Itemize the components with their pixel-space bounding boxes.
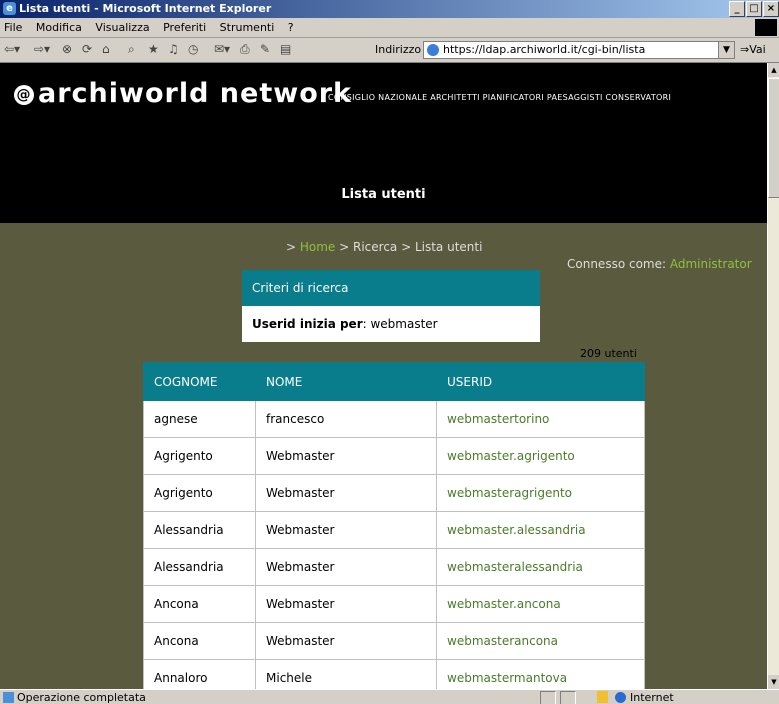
menu-modifica[interactable]: Modifica [36,21,82,34]
cell-nome: Webmaster [255,585,437,623]
userid-link[interactable]: webmastermantova [436,659,645,689]
address-bar[interactable]: https://ldap.archiworld.it/cgi-bin/lista… [423,41,735,59]
cell-cognome: Annaloro [143,659,256,689]
status-divider [540,691,556,704]
menu-bar: File Modifica Visualizza Preferiti Strum… [0,18,779,38]
userid-link[interactable]: webmaster.ancona [436,585,645,623]
cell-nome: Webmaster [255,474,437,512]
cell-cognome: Alessandria [143,548,256,586]
search-criteria-box: Criteri di ricerca Userid inizia per: we… [242,270,540,342]
cell-cognome: agnese [143,400,256,438]
tagline: CONSIGLIO NAZIONALE ARCHITETTI PIANIFICA… [328,93,672,102]
cell-nome: Webmaster [255,622,437,660]
browser-window: e Lista utenti - Microsoft Internet Expl… [0,0,779,704]
cell-cognome: Ancona [143,585,256,623]
address-url: https://ldap.archiworld.it/cgi-bin/lista [443,43,646,56]
cell-nome: francesco [255,400,437,438]
close-button[interactable]: × [763,1,779,17]
logo-icon: @ [14,84,34,105]
address-label: Indirizzo [375,43,422,56]
internet-zone-icon [615,692,626,703]
cell-nome: Webmaster [255,511,437,549]
status-text: Operazione completata [17,691,146,704]
table-row: Ancona Webmaster webmaster.ancona [143,585,645,623]
brand-logo: @ archiworld network [14,78,352,109]
favorites-icon[interactable]: ★ [148,41,159,58]
table-row: Agrigento Webmaster webmasteragrigento [143,474,645,512]
scrollbar-thumb[interactable] [768,78,779,198]
userid-link[interactable]: webmasteragrigento [436,474,645,512]
vertical-scrollbar[interactable]: ▲ ▼ [767,63,779,689]
menu-visualizza[interactable]: Visualizza [95,21,149,34]
cell-nome: Webmaster [255,548,437,586]
column-header-nome: NOME [255,362,437,401]
menu-help[interactable]: ? [288,21,294,34]
stop-icon[interactable]: ⊗ [62,41,72,58]
maximize-button[interactable]: □ [746,1,762,17]
users-table: COGNOME NOME USERID agnese francesco webma… [143,362,645,689]
table-row: Ancona Webmaster webmasterancona [143,622,645,660]
window-title: Lista utenti - Microsoft Internet Explor… [19,2,272,15]
result-count: 209 utenti [580,347,637,360]
connected-user: Administrator [669,257,752,271]
cell-cognome: Agrigento [143,474,256,512]
home-icon[interactable]: ⌂ [102,41,110,58]
userid-link[interactable]: webmasteralessandria [436,548,645,586]
discuss-icon[interactable]: ▤ [280,41,291,58]
table-row: Annaloro Michele webmastermantova [143,659,645,689]
title-bar: e Lista utenti - Microsoft Internet Expl… [0,0,779,18]
page-title: Lista utenti [341,187,426,202]
status-divider [560,691,576,704]
column-header-userid: USERID [436,362,645,401]
userid-link[interactable]: webmasterancona [436,622,645,660]
edit-icon[interactable]: ✎ [260,41,270,58]
search-icon[interactable]: ⌕ [128,41,135,58]
page-icon [427,44,439,56]
cell-cognome: Ancona [143,622,256,660]
site-header: @ archiworld network CONSIGLIO NAZIONALE … [0,63,767,223]
forward-arrow-icon[interactable]: ⇨▾ [34,41,50,58]
cell-nome: Michele [255,659,437,689]
userid-link[interactable]: webmastertorino [436,400,645,438]
cell-nome: Webmaster [255,437,437,475]
connected-as: Connesso come: Administrator [567,257,752,271]
toolbar: ⇦▾ ⇨▾ ⊗ ⟳ ⌂ ⌕ ★ ♫ ◷ ✉▾ ⎙ ✎ ▤ Indirizzo h… [0,38,779,63]
userid-link[interactable]: webmaster.alessandria [436,511,645,549]
scroll-down-icon[interactable]: ▼ [768,675,779,689]
menu-strumenti[interactable]: Strumenti [220,21,275,34]
menu-file[interactable]: File [4,21,22,34]
print-icon[interactable]: ⎙ [240,41,250,58]
security-zone: Internet [630,691,674,704]
cell-cognome: Agrigento [143,437,256,475]
criteria-row: Userid inizia per: webmaster [242,306,540,342]
history-icon[interactable]: ◷ [188,41,198,58]
go-button[interactable]: ⇒Vai [740,43,766,56]
column-header-cognome: COGNOME [143,362,256,401]
table-row: Alessandria Webmaster webmasteralessandria [143,548,645,586]
media-icon[interactable]: ♫ [168,41,179,58]
mail-icon[interactable]: ✉▾ [214,41,230,58]
scroll-up-icon[interactable]: ▲ [768,63,779,77]
criteria-title: Criteri di ricerca [242,270,540,306]
table-row: Agrigento Webmaster webmaster.agrigento [143,437,645,475]
status-bar: Operazione completata Internet [0,689,779,704]
refresh-icon[interactable]: ⟳ [82,41,92,58]
lock-icon [597,691,608,703]
windows-logo-icon [755,19,777,36]
table-row: agnese francesco webmastertorino [143,400,645,438]
minimize-button[interactable]: _ [729,1,745,17]
breadcrumb: > Home > Ricerca > Lista utenti [286,240,483,254]
page-done-icon [3,692,14,703]
back-arrow-icon[interactable]: ⇦▾ [4,41,20,58]
ie-icon: e [3,2,16,15]
userid-link[interactable]: webmaster.agrigento [436,437,645,475]
table-row: Alessandria Webmaster webmaster.alessandri… [143,511,645,549]
breadcrumb-home-link[interactable]: Home [300,240,335,254]
chevron-down-icon[interactable]: ▼ [718,42,734,58]
page-content: @ archiworld network CONSIGLIO NAZIONALE … [0,63,767,689]
menu-preferiti[interactable]: Preferiti [163,21,206,34]
cell-cognome: Alessandria [143,511,256,549]
